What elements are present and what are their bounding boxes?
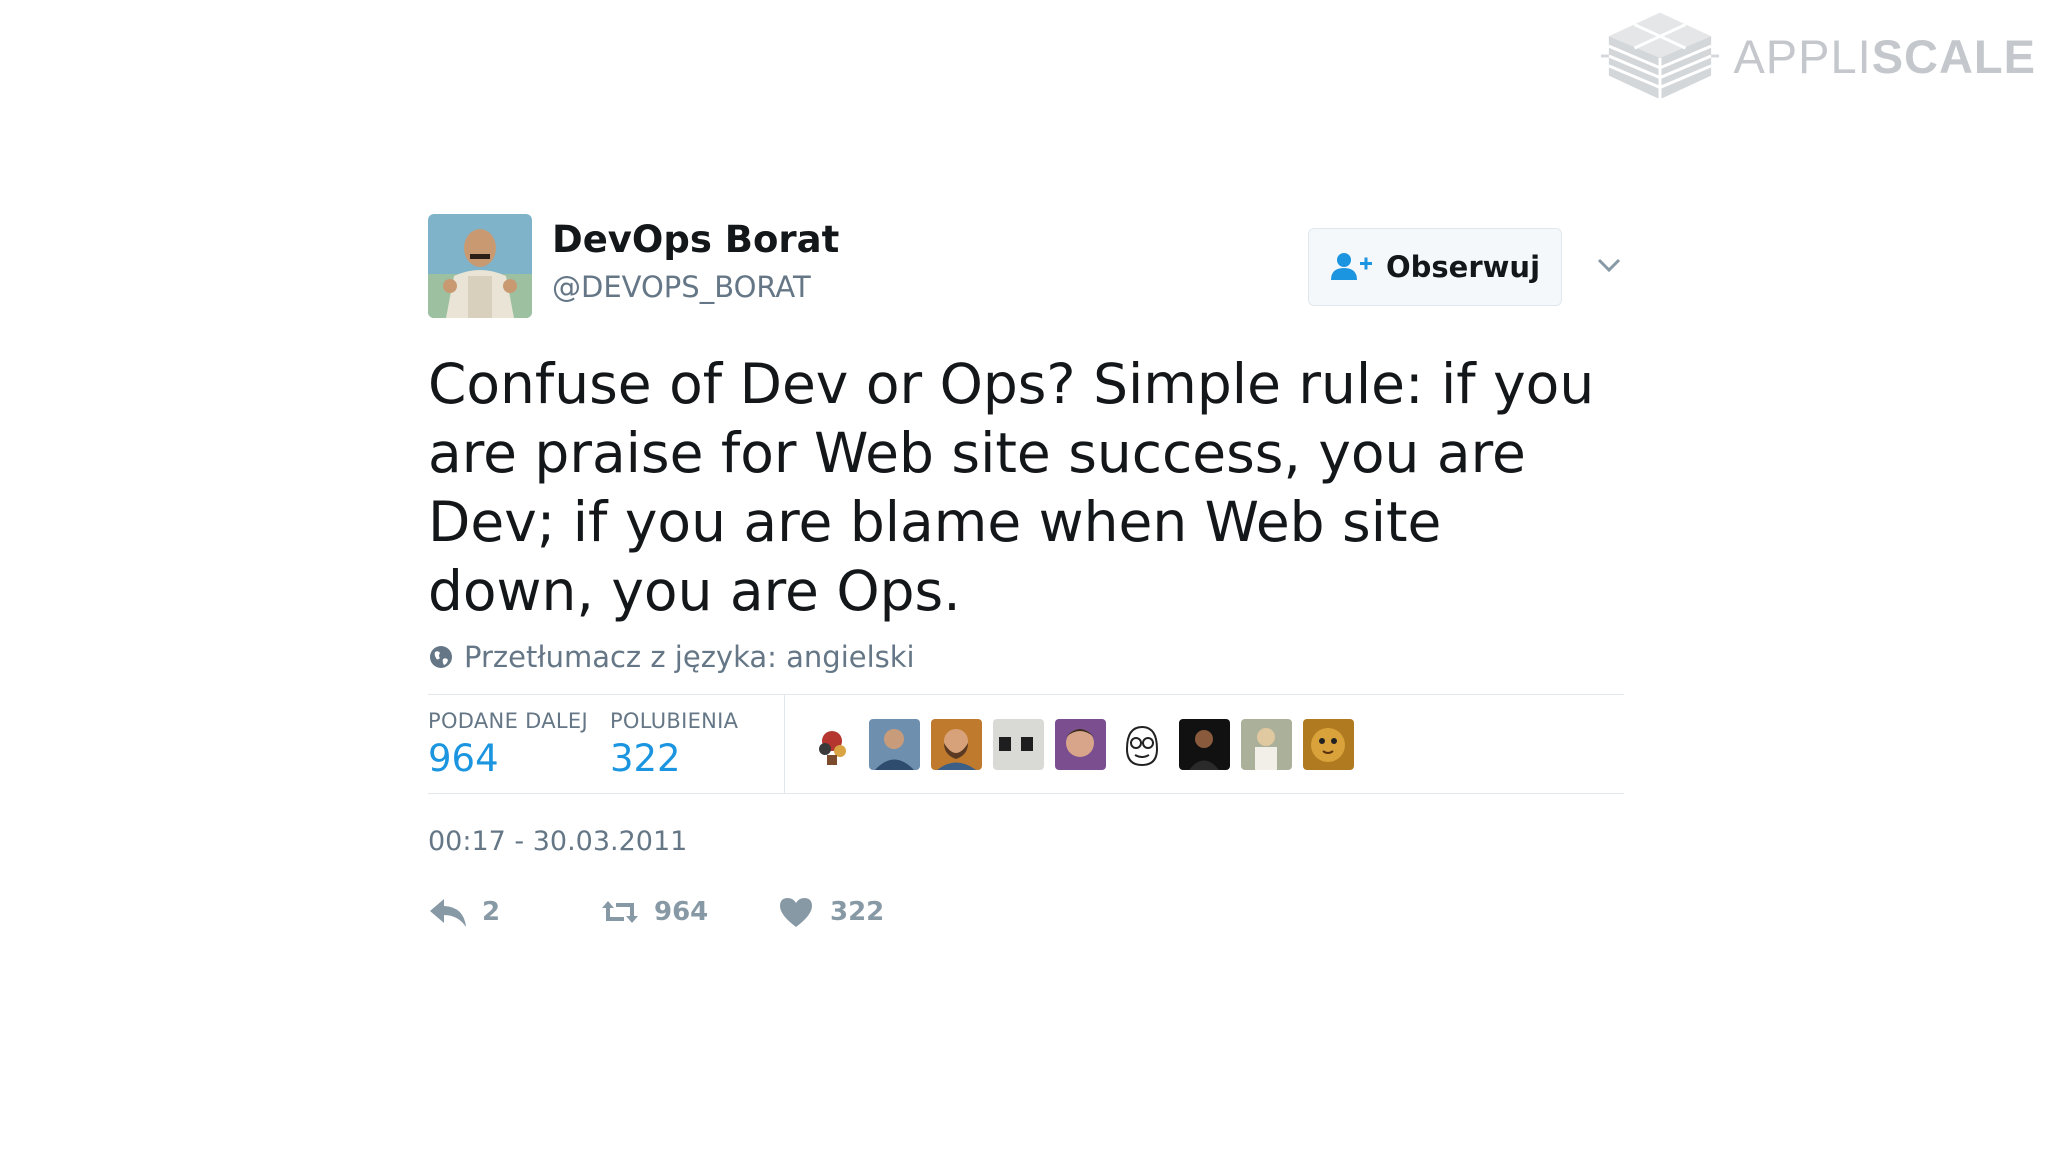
retweets-label: PODANE DALEJ xyxy=(428,708,588,733)
page: APPLISCALE DevOps Borat @DEVOPS_BORAT Ob… xyxy=(0,0,2048,1152)
liker-avatar[interactable] xyxy=(1055,718,1107,770)
retweets-value: 964 xyxy=(428,736,499,780)
liker-avatar[interactable] xyxy=(869,718,921,770)
tweet-card: DevOps Borat @DEVOPS_BORAT Obserwuj Conf… xyxy=(428,214,1624,929)
retweets-stat[interactable]: PODANE DALEJ 964 xyxy=(428,709,588,780)
translate-link[interactable]: Przetłumacz z języka: angielski xyxy=(428,640,1624,674)
avatar-image xyxy=(428,214,532,318)
translate-label: Przetłumacz z języka: angielski xyxy=(464,640,915,674)
stats-divider xyxy=(784,695,786,793)
follow-button-label: Obserwuj xyxy=(1385,250,1541,284)
reply-button[interactable]: 2 xyxy=(428,895,600,929)
likes-stat[interactable]: POLUBIENIA 322 xyxy=(610,709,738,780)
liker-avatar[interactable] xyxy=(993,718,1045,770)
liker-avatar[interactable] xyxy=(1179,718,1231,770)
add-user-icon xyxy=(1330,253,1372,280)
retweet-button[interactable]: 964 xyxy=(600,895,776,929)
likes-value: 322 xyxy=(609,736,681,780)
liker-avatar[interactable] xyxy=(1303,718,1355,770)
tweet-header: DevOps Borat @DEVOPS_BORAT Obserwuj xyxy=(428,214,1624,318)
globe-icon xyxy=(430,646,452,668)
liker-avatar[interactable] xyxy=(1117,718,1169,770)
author-name[interactable]: DevOps Borat xyxy=(552,218,839,261)
cube-logo-icon xyxy=(1601,12,1720,100)
logo-text-light: APPLI xyxy=(1733,29,1872,83)
tweet-stats: PODANE DALEJ 964 POLUBIENIA 322 xyxy=(428,694,1624,794)
liker-avatar[interactable] xyxy=(931,718,983,770)
like-count: 322 xyxy=(830,897,885,927)
retweet-icon xyxy=(602,901,638,923)
reply-icon xyxy=(430,899,466,927)
logo-wordmark: APPLISCALE xyxy=(1733,29,2036,84)
tweet-actions: 2 964 322 xyxy=(428,895,1624,929)
liker-avatar[interactable] xyxy=(1241,718,1293,770)
likes-label: POLUBIENIA xyxy=(609,708,739,733)
reply-count: 2 xyxy=(482,897,501,927)
author-handle[interactable]: @DEVOPS_BORAT xyxy=(552,270,811,304)
tweet-text: Confuse of Dev or Ops? Simple rule: if y… xyxy=(428,352,1595,623)
like-button[interactable]: 322 xyxy=(776,895,884,929)
avatar[interactable] xyxy=(428,214,532,318)
heart-icon xyxy=(780,898,812,927)
appliscale-logo: APPLISCALE xyxy=(1601,10,2036,102)
liker-avatars xyxy=(807,718,1355,770)
tweet-timestamp[interactable]: 00:17 - 30.03.2011 xyxy=(428,826,1624,857)
retweet-count: 964 xyxy=(654,897,709,927)
logo-text-bold: SCALE xyxy=(1871,29,2036,83)
liker-avatar[interactable] xyxy=(807,718,859,770)
follow-button[interactable]: Obserwuj xyxy=(1308,228,1562,306)
chevron-down-icon[interactable] xyxy=(1594,250,1624,280)
